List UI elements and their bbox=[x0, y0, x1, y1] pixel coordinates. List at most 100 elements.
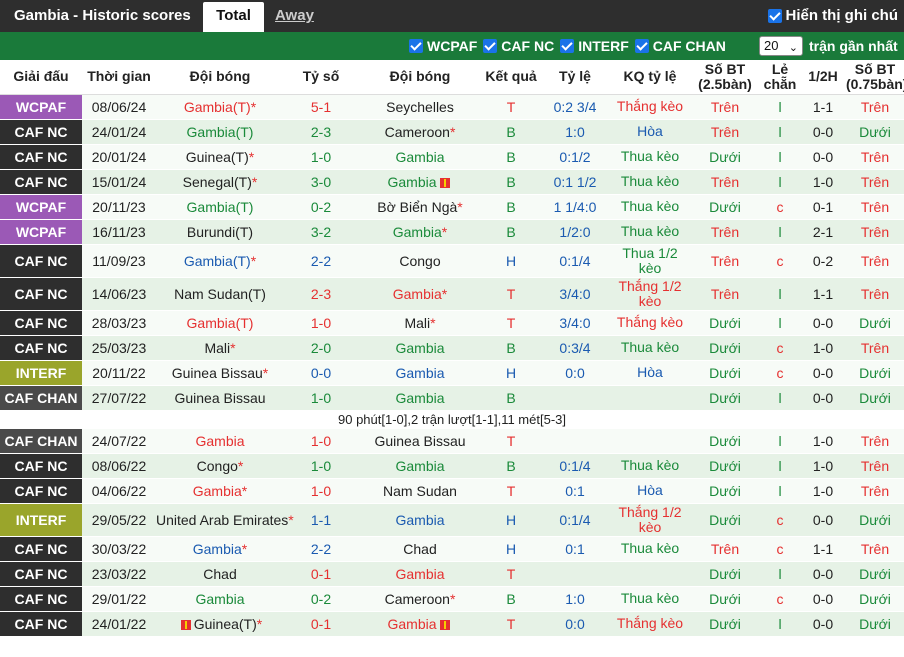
home-team[interactable]: Nam Sudan(T) bbox=[174, 286, 266, 302]
checkbox-icon[interactable] bbox=[483, 39, 498, 53]
league-badge[interactable]: CAF CHAN bbox=[0, 385, 82, 411]
score[interactable]: 3-2 bbox=[284, 219, 358, 245]
score[interactable]: 3-0 bbox=[284, 169, 358, 195]
home-team-cell[interactable]: Burundi(T) bbox=[156, 219, 284, 245]
home-team[interactable]: Burundi(T) bbox=[187, 224, 253, 240]
home-team-cell[interactable]: Gambia(T) bbox=[156, 119, 284, 145]
home-team-cell[interactable]: United Arab Emirates* bbox=[156, 503, 294, 537]
home-team[interactable]: Gambia bbox=[193, 541, 242, 557]
away-team-cell[interactable]: Seychelles bbox=[358, 94, 482, 120]
home-team[interactable]: Gambia bbox=[195, 433, 244, 449]
away-team-cell[interactable]: Cameroon* bbox=[358, 119, 482, 145]
home-team[interactable]: Gambia(T) bbox=[184, 253, 251, 269]
away-team[interactable]: Bờ Biển Ngà bbox=[377, 199, 457, 215]
away-team[interactable]: Gambia bbox=[387, 616, 436, 632]
league-badge[interactable]: CAF CHAN bbox=[0, 428, 82, 454]
home-team-cell[interactable]: Gambia* bbox=[156, 536, 284, 562]
show-notes-toggle[interactable]: Hiển thị ghi chú bbox=[767, 7, 898, 24]
home-team[interactable]: Guinea Bissau bbox=[172, 365, 263, 381]
home-team-cell[interactable]: Guinea Bissau bbox=[156, 385, 284, 411]
away-team-cell[interactable]: Gambia bbox=[358, 453, 482, 479]
league-badge[interactable]: CAF NC bbox=[0, 310, 82, 336]
score[interactable]: 0-0 bbox=[284, 360, 358, 386]
home-team[interactable]: Mali bbox=[204, 340, 230, 356]
home-team-cell[interactable]: Guinea(T)* bbox=[156, 611, 284, 637]
home-team[interactable]: Chad bbox=[203, 566, 236, 582]
home-team-cell[interactable]: Nam Sudan(T) bbox=[156, 277, 284, 311]
league-badge[interactable]: INTERF bbox=[0, 503, 82, 537]
away-team[interactable]: Gambia bbox=[393, 224, 442, 240]
away-team[interactable]: Gambia bbox=[395, 149, 444, 165]
score[interactable]: 2-0 bbox=[284, 335, 358, 361]
away-team[interactable]: Gambia bbox=[395, 458, 444, 474]
league-badge[interactable]: CAF NC bbox=[0, 144, 82, 170]
away-team[interactable]: Gambia bbox=[395, 512, 444, 528]
league-badge[interactable]: CAF NC bbox=[0, 611, 82, 637]
away-team[interactable]: Cameroon bbox=[385, 124, 450, 140]
score[interactable]: 1-1 bbox=[284, 503, 358, 537]
score[interactable]: 2-3 bbox=[284, 119, 358, 145]
tab-total[interactable]: Total bbox=[203, 2, 264, 32]
away-team[interactable]: Congo bbox=[399, 253, 440, 269]
tab-away[interactable]: Away bbox=[275, 7, 314, 24]
away-team-cell[interactable]: Gambia bbox=[358, 385, 482, 411]
checkbox-icon[interactable] bbox=[634, 39, 649, 53]
home-team-cell[interactable]: Guinea Bissau* bbox=[156, 360, 284, 386]
away-team-cell[interactable]: Gambia bbox=[358, 503, 482, 537]
home-team[interactable]: Guinea(T) bbox=[194, 616, 257, 632]
score[interactable]: 1-0 bbox=[284, 428, 358, 454]
home-team[interactable]: Senegal(T) bbox=[183, 174, 252, 190]
away-team[interactable]: Gambia bbox=[387, 174, 436, 190]
home-team[interactable]: Gambia bbox=[193, 483, 242, 499]
away-team-cell[interactable]: Guinea Bissau bbox=[358, 428, 482, 454]
away-team-cell[interactable]: Mali* bbox=[358, 310, 482, 336]
away-team[interactable]: Gambia bbox=[395, 340, 444, 356]
home-team[interactable]: Gambia bbox=[195, 591, 244, 607]
away-team-cell[interactable]: Gambia bbox=[358, 561, 482, 587]
away-team[interactable]: Chad bbox=[403, 541, 436, 557]
home-team-cell[interactable]: Gambia(T) bbox=[156, 194, 284, 220]
home-team[interactable]: Guinea Bissau bbox=[174, 390, 265, 406]
away-team-cell[interactable]: Chad bbox=[358, 536, 482, 562]
away-team-cell[interactable]: Gambia* bbox=[358, 219, 482, 245]
score[interactable]: 2-2 bbox=[284, 244, 358, 278]
checkbox-icon[interactable] bbox=[767, 8, 782, 23]
filter-wcpaf[interactable]: WCPAF bbox=[409, 38, 477, 54]
away-team-cell[interactable]: Gambia* bbox=[358, 277, 482, 311]
score[interactable]: 2-2 bbox=[284, 536, 358, 562]
score[interactable]: 0-1 bbox=[284, 611, 358, 637]
league-badge[interactable]: WCPAF bbox=[0, 194, 82, 220]
away-team[interactable]: Nam Sudan bbox=[383, 483, 457, 499]
away-team[interactable]: Gambia bbox=[393, 286, 442, 302]
home-team[interactable]: Gambia(T) bbox=[187, 199, 254, 215]
league-badge[interactable]: CAF NC bbox=[0, 478, 82, 504]
away-team-cell[interactable]: Gambia bbox=[358, 169, 482, 195]
away-team-cell[interactable]: Bờ Biển Ngà* bbox=[358, 194, 482, 220]
home-team[interactable]: United Arab Emirates bbox=[156, 512, 288, 528]
home-team-cell[interactable]: Gambia(T)* bbox=[156, 244, 284, 278]
away-team-cell[interactable]: Gambia bbox=[358, 144, 482, 170]
away-team[interactable]: Guinea Bissau bbox=[374, 433, 465, 449]
away-team-cell[interactable]: Cameroon* bbox=[358, 586, 482, 612]
home-team[interactable]: Gambia(T) bbox=[184, 99, 251, 115]
league-badge[interactable]: CAF NC bbox=[0, 335, 82, 361]
home-team[interactable]: Congo bbox=[197, 458, 238, 474]
filter-interf[interactable]: INTERF bbox=[560, 38, 629, 54]
league-badge[interactable]: CAF NC bbox=[0, 169, 82, 195]
away-team[interactable]: Gambia bbox=[395, 365, 444, 381]
league-badge[interactable]: WCPAF bbox=[0, 219, 82, 245]
score[interactable]: 1-0 bbox=[284, 453, 358, 479]
home-team-cell[interactable]: Mali* bbox=[156, 335, 284, 361]
league-badge[interactable]: CAF NC bbox=[0, 453, 82, 479]
home-team[interactable]: Gambia(T) bbox=[187, 315, 254, 331]
league-badge[interactable]: CAF NC bbox=[0, 119, 82, 145]
away-team[interactable]: Mali bbox=[404, 315, 430, 331]
score[interactable]: 1-0 bbox=[284, 310, 358, 336]
league-badge[interactable]: WCPAF bbox=[0, 94, 82, 120]
home-team-cell[interactable]: Gambia(T)* bbox=[156, 94, 284, 120]
score[interactable]: 2-3 bbox=[284, 277, 358, 311]
checkbox-icon[interactable] bbox=[560, 39, 575, 53]
score[interactable]: 0-2 bbox=[284, 586, 358, 612]
league-badge[interactable]: CAF NC bbox=[0, 244, 82, 278]
home-team-cell[interactable]: Chad bbox=[156, 561, 284, 587]
